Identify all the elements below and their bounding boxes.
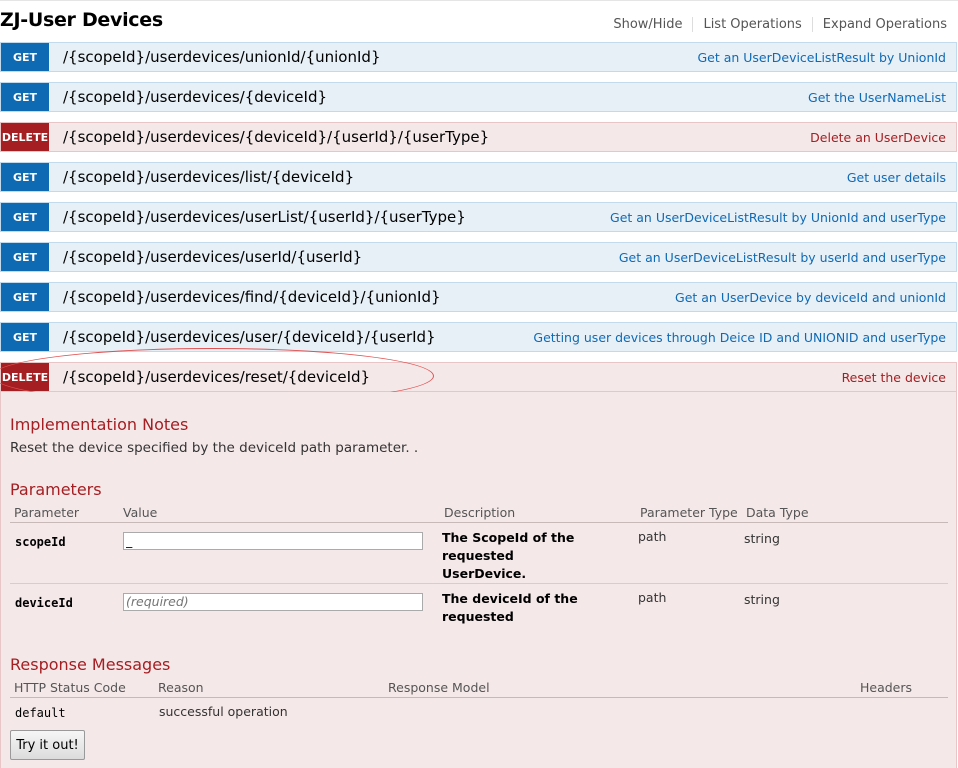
http-method-badge[interactable]: GET bbox=[1, 243, 49, 271]
resource-title[interactable]: ZJ-User Devices bbox=[0, 9, 163, 31]
operation-path[interactable]: /{scopeId}/userdevices/user/{deviceId}/{… bbox=[63, 328, 533, 346]
http-method-badge[interactable]: DELETE bbox=[1, 123, 49, 151]
list-operations-link[interactable]: List Operations bbox=[693, 17, 813, 32]
parameter-row: scopeId The ScopeId of the requestedUser… bbox=[10, 523, 948, 584]
parameter-row: deviceId The deviceId of therequested pa… bbox=[10, 584, 948, 642]
column-header: Description bbox=[440, 502, 636, 523]
operation-path[interactable]: /{scopeId}/userdevices/find/{deviceId}/{… bbox=[63, 288, 675, 306]
operation-row[interactable]: GET /{scopeId}/userdevices/userList/{use… bbox=[0, 202, 957, 232]
column-header: Parameter bbox=[10, 502, 119, 523]
data-type: string bbox=[744, 592, 780, 607]
response-model bbox=[384, 698, 856, 726]
parameters-header-row: Parameter Value Description Parameter Ty… bbox=[10, 502, 948, 523]
resource-links: Show/Hide List Operations Expand Operati… bbox=[603, 17, 947, 32]
response-headers bbox=[856, 698, 948, 726]
column-header: Data Type bbox=[742, 502, 948, 523]
operation-summary[interactable]: Get an UserDeviceListResult by UnionId a… bbox=[610, 210, 956, 225]
implementation-notes-text: Reset the device specified by the device… bbox=[10, 440, 419, 456]
column-header: HTTP Status Code bbox=[10, 677, 154, 698]
response-header-row: HTTP Status Code Reason Response Model H… bbox=[10, 677, 948, 698]
column-header: Response Model bbox=[384, 677, 856, 698]
operation-path[interactable]: /{scopeId}/userdevices/unionId/{unionId} bbox=[63, 48, 697, 66]
response-messages-heading: Response Messages bbox=[10, 655, 171, 674]
http-method-badge[interactable]: DELETE bbox=[1, 363, 49, 391]
resource-header: ZJ-User Devices Show/Hide List Operation… bbox=[0, 0, 958, 43]
operation-summary[interactable]: Get user details bbox=[847, 170, 956, 185]
operation-path[interactable]: /{scopeId}/userdevices/list/{deviceId} bbox=[63, 168, 847, 186]
parameters-heading: Parameters bbox=[10, 480, 102, 499]
parameter-name: deviceId bbox=[15, 596, 73, 610]
scopeid-input[interactable] bbox=[123, 531, 423, 550]
column-header: Headers bbox=[856, 677, 948, 698]
http-method-badge[interactable]: GET bbox=[1, 203, 49, 231]
implementation-notes-heading: Implementation Notes bbox=[10, 415, 189, 434]
column-header: Parameter Type bbox=[636, 502, 742, 523]
operation-row[interactable]: GET /{scopeId}/userdevices/list/{deviceI… bbox=[0, 162, 957, 192]
operation-row[interactable]: GET /{scopeId}/userdevices/find/{deviceI… bbox=[0, 282, 957, 312]
parameters-table: Parameter Value Description Parameter Ty… bbox=[10, 502, 948, 642]
operation-summary[interactable]: Reset the device bbox=[842, 370, 956, 385]
operation-row[interactable]: GET /{scopeId}/userdevices/user/{deviceI… bbox=[0, 322, 957, 352]
operation-row[interactable]: GET /{scopeId}/userdevices/unionId/{unio… bbox=[0, 42, 957, 72]
deviceid-input[interactable] bbox=[123, 592, 423, 611]
column-header: Reason bbox=[154, 677, 384, 698]
operation-summary[interactable]: Get an UserDevice by deviceId and unionI… bbox=[675, 290, 956, 305]
operation-path[interactable]: /{scopeId}/userdevices/userId/{userId} bbox=[63, 248, 619, 266]
operation-summary[interactable]: Getting user devices through Deice ID an… bbox=[533, 330, 956, 345]
parameter-description: The deviceId of the requested bbox=[442, 591, 578, 624]
http-method-badge[interactable]: GET bbox=[1, 163, 49, 191]
http-method-badge[interactable]: GET bbox=[1, 83, 49, 111]
operation-path[interactable]: /{scopeId}/userdevices/userList/{userId}… bbox=[63, 208, 610, 226]
parameter-type: path bbox=[638, 590, 667, 605]
operation-row-expanded[interactable]: DELETE /{scopeId}/userdevices/reset/{dev… bbox=[0, 362, 957, 392]
operation-summary[interactable]: Get an UserDeviceListResult by userId an… bbox=[619, 250, 956, 265]
operation-row[interactable]: DELETE /{scopeId}/userdevices/{deviceId}… bbox=[0, 122, 957, 152]
try-it-out-button[interactable]: Try it out! bbox=[10, 730, 85, 760]
operation-path[interactable]: /{scopeId}/userdevices/{deviceId} bbox=[63, 88, 808, 106]
response-messages-table: HTTP Status Code Reason Response Model H… bbox=[10, 677, 948, 726]
operation-row[interactable]: GET /{scopeId}/userdevices/userId/{userI… bbox=[0, 242, 957, 272]
operation-path[interactable]: /{scopeId}/userdevices/reset/{deviceId} bbox=[63, 368, 842, 386]
response-row: default successful operation bbox=[10, 698, 948, 726]
expand-operations-link[interactable]: Expand Operations bbox=[813, 17, 947, 32]
response-code: default bbox=[15, 706, 66, 721]
operation-summary[interactable]: Get the UserNameList bbox=[808, 90, 956, 105]
parameter-type: path bbox=[638, 529, 667, 544]
parameter-description: The ScopeId of the requested UserDevice. bbox=[442, 530, 575, 581]
operation-summary[interactable]: Delete an UserDevice bbox=[810, 130, 956, 145]
operation-row[interactable]: GET /{scopeId}/userdevices/{deviceId} Ge… bbox=[0, 82, 957, 112]
response-reason: successful operation bbox=[159, 704, 288, 720]
http-method-badge[interactable]: GET bbox=[1, 43, 49, 71]
parameter-name: scopeId bbox=[15, 535, 66, 549]
operation-detail-panel: Implementation Notes Reset the device sp… bbox=[0, 392, 957, 768]
show-hide-link[interactable]: Show/Hide bbox=[603, 17, 694, 32]
http-method-badge[interactable]: GET bbox=[1, 283, 49, 311]
data-type: string bbox=[744, 531, 780, 546]
operation-summary[interactable]: Get an UserDeviceListResult by UnionId bbox=[697, 50, 956, 65]
operation-path[interactable]: /{scopeId}/userdevices/{deviceId}/{userI… bbox=[63, 128, 810, 146]
column-header: Value bbox=[119, 502, 440, 523]
http-method-badge[interactable]: GET bbox=[1, 323, 49, 351]
